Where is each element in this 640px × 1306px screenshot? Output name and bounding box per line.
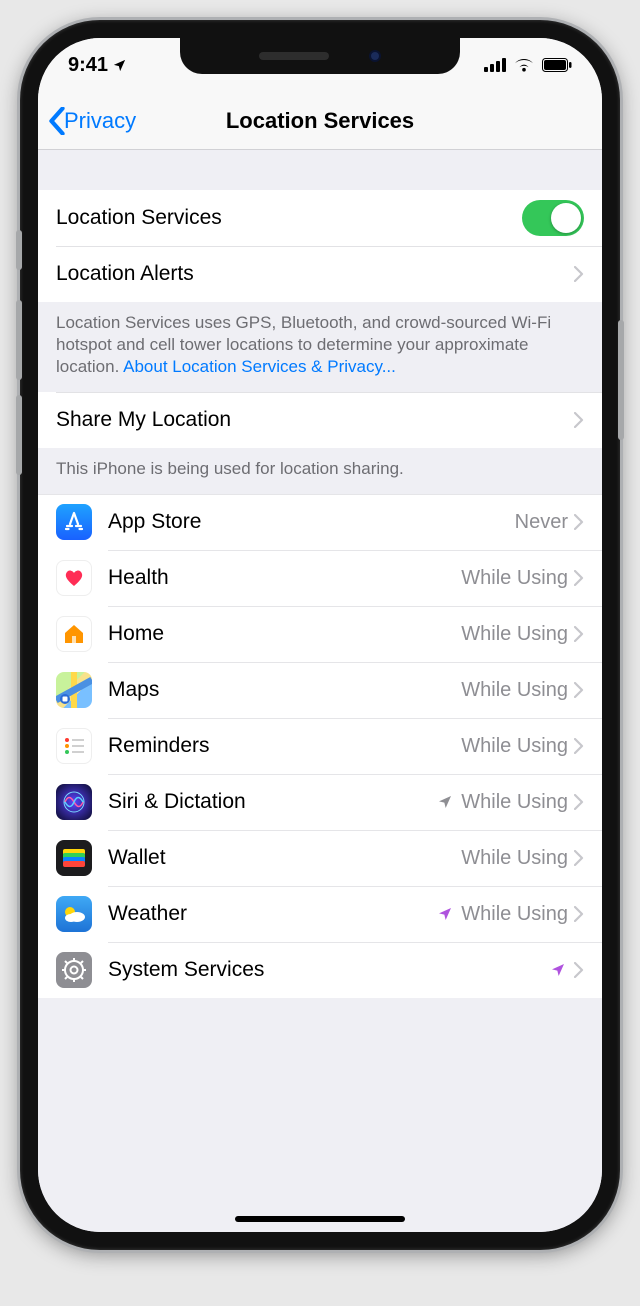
chevron-right-icon (574, 626, 584, 642)
app-label: Health (108, 566, 169, 590)
app-row-system[interactable]: System Services (38, 942, 602, 998)
device-frame: 9:41 Privacy Location Services Location … (20, 20, 620, 1250)
location-indicator-icon (550, 962, 566, 978)
app-value: While Using (461, 791, 568, 814)
app-label: Maps (108, 678, 159, 702)
app-label: Weather (108, 902, 187, 926)
app-value: While Using (461, 847, 568, 870)
app-value: While Using (461, 623, 568, 646)
chevron-right-icon (574, 412, 584, 428)
chevron-right-icon (574, 570, 584, 586)
power-button (618, 320, 624, 440)
group-main: Location Services Location Alerts (38, 190, 602, 302)
app-value: While Using (461, 679, 568, 702)
row-share-location[interactable]: Share My Location (38, 392, 602, 448)
app-label: App Store (108, 510, 201, 534)
app-label: Reminders (108, 734, 210, 758)
siri-icon (56, 784, 92, 820)
appstore-icon (56, 504, 92, 540)
nav-bar: Privacy Location Services (38, 92, 602, 150)
volume-up (16, 300, 22, 380)
health-icon (56, 560, 92, 596)
group-share: Share My Location (38, 392, 602, 448)
app-row-maps[interactable]: Maps While Using (38, 662, 602, 718)
home-indicator[interactable] (235, 1216, 405, 1222)
location-services-label: Location Services (56, 206, 222, 230)
footer-share-desc: This iPhone is being used for location s… (38, 448, 602, 494)
cellular-icon (484, 58, 506, 72)
app-label: Siri & Dictation (108, 790, 246, 814)
app-row-wallet[interactable]: Wallet While Using (38, 830, 602, 886)
app-row-reminders[interactable]: Reminders While Using (38, 718, 602, 774)
chevron-right-icon (574, 514, 584, 530)
app-row-weather[interactable]: Weather While Using (38, 886, 602, 942)
maps-icon (56, 672, 92, 708)
app-value: While Using (461, 903, 568, 926)
back-button[interactable]: Privacy (48, 107, 136, 135)
footer-share-text: This iPhone is being used for location s… (56, 459, 404, 478)
speaker-grille (259, 52, 329, 60)
app-label: Wallet (108, 846, 166, 870)
row-location-alerts[interactable]: Location Alerts (38, 246, 602, 302)
notch (180, 38, 460, 74)
share-location-label: Share My Location (56, 408, 231, 432)
app-label: System Services (108, 958, 264, 982)
chevron-right-icon (574, 738, 584, 754)
app-row-health[interactable]: Health While Using (38, 550, 602, 606)
location-alerts-label: Location Alerts (56, 262, 194, 286)
app-row-appstore[interactable]: App Store Never (38, 494, 602, 550)
row-location-services[interactable]: Location Services (38, 190, 602, 246)
reminders-icon (56, 728, 92, 764)
app-value: While Using (461, 735, 568, 758)
location-arrow-icon (112, 58, 127, 73)
status-time: 9:41 (68, 54, 108, 77)
chevron-right-icon (574, 962, 584, 978)
chevron-right-icon (574, 850, 584, 866)
system-icon (56, 952, 92, 988)
chevron-right-icon (574, 906, 584, 922)
location-indicator-icon (437, 794, 453, 810)
chevron-right-icon (574, 266, 584, 282)
group-apps: App Store Never Health While Using Home While… (38, 494, 602, 998)
content-scroll[interactable]: Location Services Location Alerts Locati… (38, 150, 602, 1232)
back-label: Privacy (64, 108, 136, 134)
footer-location-desc: Location Services uses GPS, Bluetooth, a… (38, 302, 602, 392)
about-privacy-link[interactable]: About Location Services & Privacy... (123, 357, 396, 376)
app-row-siri[interactable]: Siri & Dictation While Using (38, 774, 602, 830)
volume-down (16, 395, 22, 475)
wifi-icon (514, 58, 534, 72)
chevron-right-icon (574, 794, 584, 810)
chevron-right-icon (574, 682, 584, 698)
mute-switch (16, 230, 22, 270)
weather-icon (56, 896, 92, 932)
battery-icon (542, 58, 572, 72)
location-indicator-icon (437, 906, 453, 922)
home-icon (56, 616, 92, 652)
app-value: While Using (461, 567, 568, 590)
app-label: Home (108, 622, 164, 646)
app-value: Never (515, 511, 568, 534)
app-row-home[interactable]: Home While Using (38, 606, 602, 662)
front-camera (369, 50, 381, 62)
location-services-toggle[interactable] (522, 200, 584, 236)
screen: 9:41 Privacy Location Services Location … (38, 38, 602, 1232)
wallet-icon (56, 840, 92, 876)
